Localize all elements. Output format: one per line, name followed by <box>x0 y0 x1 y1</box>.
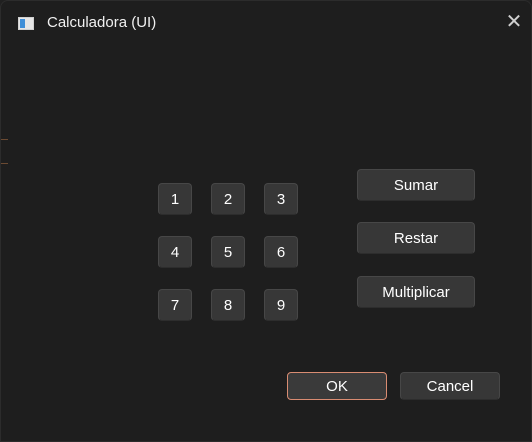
key-4-button[interactable]: 4 <box>158 236 192 268</box>
window-title: Calculadora (UI) <box>47 14 157 31</box>
key-7-button[interactable]: 7 <box>158 289 192 321</box>
ok-button[interactable]: OK <box>287 372 387 400</box>
key-5-button[interactable]: 5 <box>211 236 245 268</box>
title-bar: Calculadora (UI) ✕ <box>1 1 531 45</box>
key-3-button[interactable]: 3 <box>264 183 298 215</box>
close-icon[interactable]: ✕ <box>497 5 531 39</box>
restar-button[interactable]: Restar <box>357 222 475 254</box>
key-8-button[interactable]: 8 <box>211 289 245 321</box>
key-2-button[interactable]: 2 <box>211 183 245 215</box>
left-edge-marker <box>1 139 8 164</box>
app-window-icon-accent <box>20 19 25 28</box>
key-6-button[interactable]: 6 <box>264 236 298 268</box>
multiplicar-button[interactable]: Multiplicar <box>357 276 475 308</box>
sumar-button[interactable]: Sumar <box>357 169 475 201</box>
key-9-button[interactable]: 9 <box>264 289 298 321</box>
calculator-window: Calculadora (UI) ✕ 1 2 3 4 5 6 7 8 9 Sum… <box>0 0 532 442</box>
app-window-icon <box>18 17 34 30</box>
cancel-button[interactable]: Cancel <box>400 372 500 400</box>
key-1-button[interactable]: 1 <box>158 183 192 215</box>
